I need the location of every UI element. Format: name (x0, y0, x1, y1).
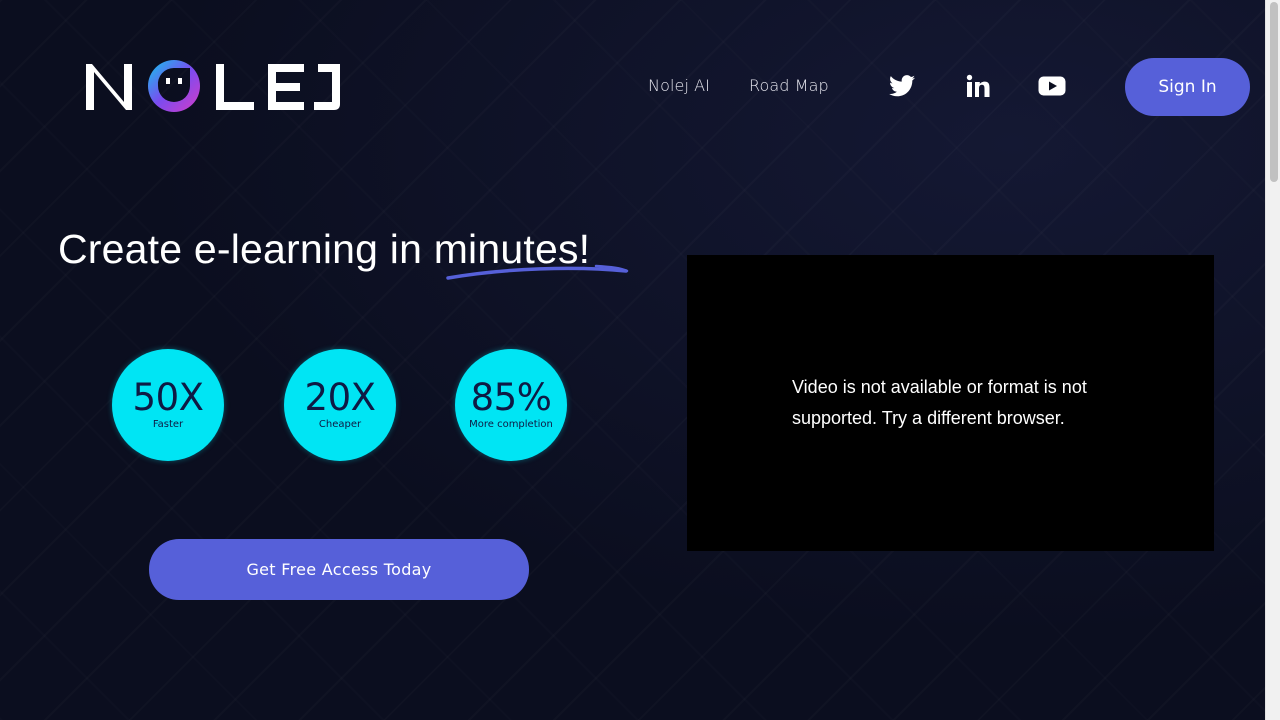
twitter-icon[interactable] (888, 72, 916, 100)
headline-prefix: Create e-learning in (58, 226, 434, 272)
nav-nolej-ai[interactable]: Nolej AI (648, 76, 710, 95)
sign-in-button[interactable]: Sign In (1125, 58, 1250, 116)
linkedin-icon[interactable] (964, 72, 992, 100)
stat-value: 20X (304, 376, 376, 419)
youtube-icon[interactable] (1038, 72, 1066, 100)
page-scrollbar[interactable] (1265, 0, 1280, 720)
stat-cheaper: 20X Cheaper (284, 349, 396, 461)
stat-completion: 85% More completion (455, 349, 567, 461)
video-unavailable-message: Video is not available or format is not … (792, 377, 1087, 428)
stat-value: 85% (470, 376, 552, 419)
stat-label: Cheaper (318, 419, 362, 430)
logo-wordmark (86, 60, 340, 112)
get-free-access-button[interactable]: Get Free Access Today (149, 539, 529, 600)
stat-value: 50X (132, 376, 204, 419)
stat-faster: 50X Faster (112, 349, 224, 461)
stat-label: More completion (469, 419, 553, 430)
headline-underline (446, 264, 629, 280)
nav-road-map[interactable]: Road Map (749, 76, 829, 95)
video-player[interactable]: Video is not available or format is not … (687, 255, 1214, 551)
stat-label: Faster (152, 419, 184, 430)
nolej-logo[interactable] (82, 58, 342, 114)
scrollbar-thumb[interactable] (1270, 2, 1278, 182)
